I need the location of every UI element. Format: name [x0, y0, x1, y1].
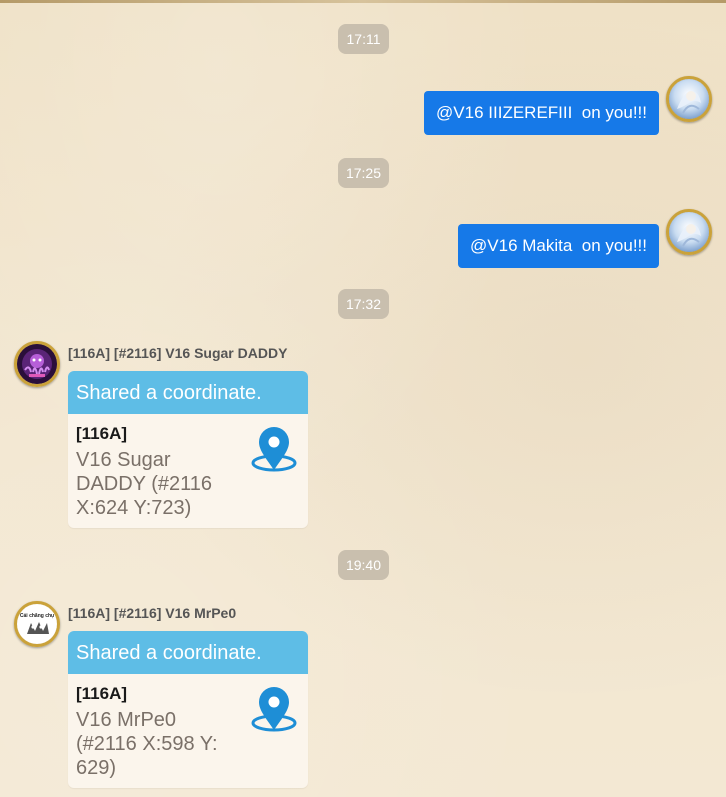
avatar-icon [669, 212, 709, 252]
timestamp-chip: 17:25 [338, 158, 389, 188]
coordinate-card-header: Shared a coordinate. [68, 371, 308, 414]
coordinate-text: V16 MrPe0 (#2116 X:598 Y: 629) [76, 709, 218, 779]
sender-avatar[interactable] [14, 341, 60, 387]
location-pin-icon[interactable] [250, 426, 298, 474]
timestamp-chip: 17:32 [338, 289, 389, 319]
avatar-icon [669, 79, 709, 119]
avatar-icon [17, 344, 57, 384]
location-pin-icon[interactable] [250, 686, 298, 734]
coordinate-card-header: Shared a coordinate. [68, 631, 308, 674]
outgoing-message[interactable]: @V16 Makita on you!!! [458, 224, 659, 268]
coordinate-text: V16 Sugar DADDY (#2116 X:624 Y:723) [76, 449, 212, 519]
my-avatar[interactable] [666, 76, 712, 122]
sender-avatar[interactable]: Cái chăng chụ [14, 601, 60, 647]
svg-text:Cái chăng chụ: Cái chăng chụ [20, 613, 54, 619]
top-frame [0, 0, 726, 3]
shared-coordinate-card[interactable]: Shared a coordinate. [116A] V16 Sugar DA… [68, 371, 308, 528]
shared-coordinate-card[interactable]: Shared a coordinate. [116A] V16 MrPe0 (#… [68, 631, 308, 788]
avatar-icon: Cái chăng chụ [17, 604, 57, 644]
sender-name: [116A] [#2116] V16 MrPe0 [68, 605, 237, 621]
outgoing-message[interactable]: @V16 IIIZEREFIII on you!!! [424, 91, 659, 135]
timestamp-chip: 17:11 [338, 24, 389, 54]
timestamp-chip: 19:40 [338, 550, 389, 580]
sender-name: [116A] [#2116] V16 Sugar DADDY [68, 345, 288, 361]
my-avatar[interactable] [666, 209, 712, 255]
